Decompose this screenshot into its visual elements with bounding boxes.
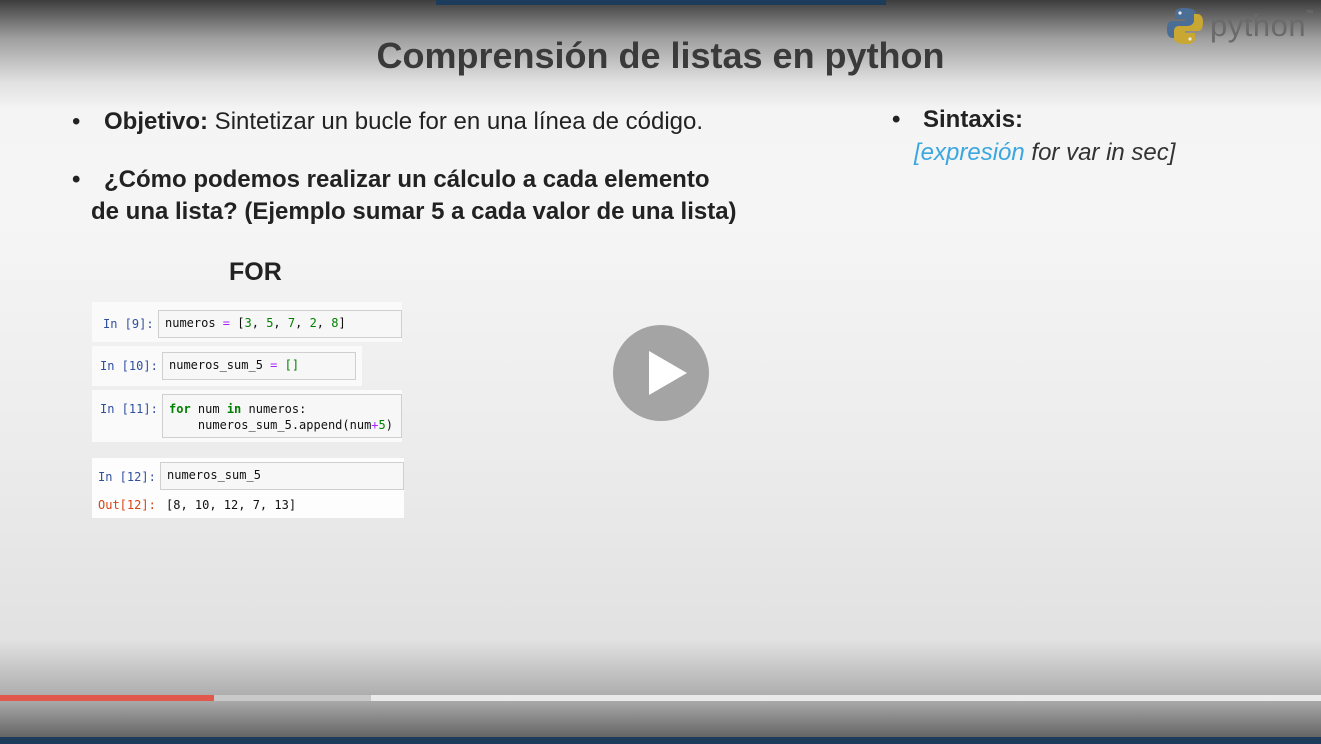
progress-bar[interactable] — [0, 695, 1321, 701]
output-prompt: Out[12]: — [98, 498, 156, 512]
top-bar — [436, 0, 886, 5]
code-token: numeros: — [241, 402, 307, 416]
slide-title: Comprensión de listas en python — [376, 35, 945, 76]
progress-played — [0, 695, 214, 701]
code-token: = — [215, 316, 238, 330]
notebook-cell-12: In [12]: numeros_sum_5 Out[12]: [8, 10, … — [92, 458, 404, 518]
code-line-1: for num in numeros: — [169, 402, 306, 416]
code-token: [] — [284, 358, 300, 372]
code-token: 2 — [309, 316, 317, 330]
code-input: numeros_sum_5 = [] — [162, 352, 356, 380]
play-button[interactable] — [613, 325, 709, 421]
video-frame[interactable]: python ™ Comprensión de listas en python… — [0, 0, 1321, 744]
code-token: for — [169, 402, 191, 416]
code-token: + — [371, 418, 379, 432]
code-token: , — [316, 316, 332, 330]
code-token: in — [226, 402, 242, 416]
notebook-cell-10: In [10]: numeros_sum_5 = [] — [92, 346, 362, 386]
code-token: numeros — [165, 316, 216, 330]
code-token: [ — [237, 316, 245, 330]
objetivo-label: Objetivo: — [104, 108, 209, 135]
cell-prompt: In [10]: — [100, 359, 158, 373]
code-token: ] — [338, 316, 346, 330]
syntax-rest: for var in sec] — [1024, 139, 1176, 166]
code-input: numeros = [3, 5, 7, 2, 8] — [158, 310, 402, 338]
cell-prompt: In [11]: — [100, 402, 158, 416]
code-token: , — [273, 316, 288, 330]
sintaxis-label: Sintaxis: — [923, 106, 1024, 133]
code-token: numeros_sum_5.append(num — [169, 418, 372, 432]
bullet-dot: • — [72, 108, 81, 135]
cell-prompt: In [9]: — [103, 317, 154, 331]
bottom-overlay — [0, 640, 1321, 744]
notebook-cell-9: In [9]: numeros = [3, 5, 7, 2, 8] — [92, 302, 402, 342]
question-line-1: ¿Cómo podemos realizar un cálculo a cada… — [104, 166, 710, 193]
code-token: 3 — [244, 316, 252, 330]
syntax-open-bracket: [ — [914, 139, 921, 166]
bullet-dot: • — [892, 106, 901, 133]
question-line-2: de una lista? (Ejemplo sumar 5 a cada va… — [91, 198, 737, 225]
cell-prompt: In [12]: — [98, 470, 156, 484]
code-token: 5 — [378, 418, 386, 432]
objetivo-text: Objetivo: Sintetizar un bucle for en una… — [104, 108, 703, 136]
sintaxis-formula: [expresión for var in sec] — [914, 139, 1175, 167]
bullet-dot: • — [72, 166, 81, 193]
cell-output: [8, 10, 12, 7, 13] — [166, 498, 297, 512]
logo-trademark: ™ — [1306, 10, 1313, 17]
notebook-cell-11: In [11]: for num in numeros: numeros_sum… — [92, 390, 402, 442]
bottom-bar — [0, 737, 1321, 744]
code-token: num — [190, 402, 227, 416]
code-token: = — [262, 358, 285, 372]
code-line-2: numeros_sum_5.append(num+5) — [169, 418, 393, 432]
code-token: , — [295, 316, 310, 330]
code-token: ) — [385, 418, 393, 432]
code-input: numeros_sum_5 — [160, 462, 404, 490]
objetivo-description: Sintetizar un bucle for en una línea de … — [208, 108, 704, 135]
code-token: numeros_sum_5 — [169, 358, 263, 372]
code-token: , — [251, 316, 267, 330]
syntax-expression: expresión — [920, 139, 1025, 166]
for-heading: FOR — [229, 258, 282, 286]
